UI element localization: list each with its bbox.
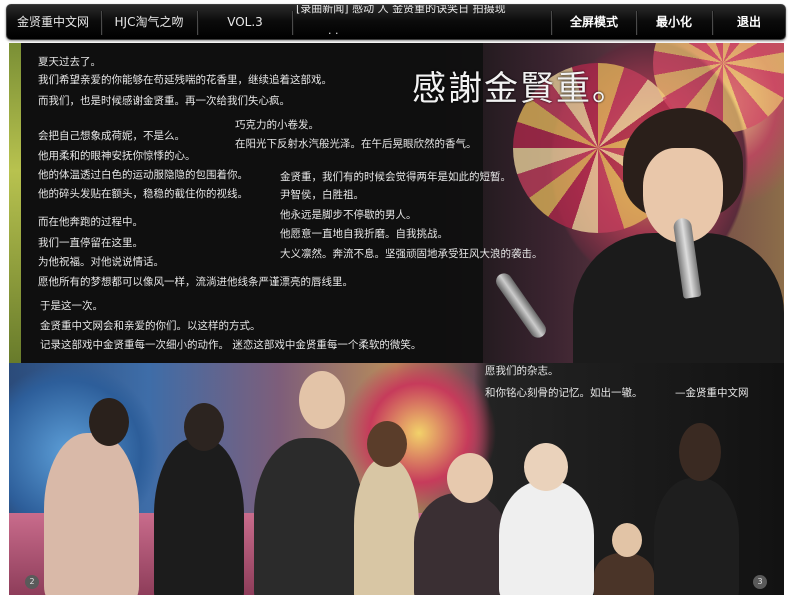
article-line: 他的碎头发贴在额头，稳稳的截住你的视线。 [38,188,248,200]
article-line: 他永远是脚步不停歇的男人。 [280,209,417,221]
article-line: 在阳光下反射水汽般光泽。在午后晃眼欣然的香气。 [235,138,477,150]
person-figure [154,438,244,595]
top-nav-bar: 金贤重中文网 HJC淘气之吻 VOL.3 [录曲新闻] 感动 人 金贤重的诀笑日… [6,4,786,40]
page-edge-decoration [9,43,21,363]
article-line: 为他祝福。对他说说情话。 [38,256,164,268]
article-line: 愿他所有的梦想都可以像风一样，流淌进他线条严谨漂亮的唇线里。 [38,276,353,288]
article-line: 而我们，也是时候感谢金贤重。再一次给我们失心疯。 [38,95,290,107]
person-head [447,453,493,503]
next-page-button[interactable]: 3 [753,575,767,589]
magazine-viewer: 金贤重中文网 HJC淘气之吻 VOL.3 [录曲新闻] 感动 人 金贤重的诀笑日… [0,0,797,598]
person-head [524,443,568,491]
article-line: 于是这一次。 [40,300,103,312]
article-line: 我们一直停留在这里。 [38,237,143,249]
person-figure [414,493,509,595]
article-line: 他的体温透过白色的运动服隐隐的包围着你。 [38,169,248,181]
article-line: 他用柔和的眼神安抚你惊悸的心。 [38,150,196,162]
news-ticker-row-2: · · [328,27,339,39]
person-head [89,398,129,446]
fullscreen-button[interactable]: 全屏模式 [553,5,635,39]
magazine-page: 感謝金賢重。 夏天过去了。 我们希望亲爱的你能够在苟延残喘的花香里，继续追着这部… [9,43,784,595]
caption-signature: —金贤重中文网 [675,387,749,399]
article-line: 尹智侯，白胜祖。 [280,189,364,201]
person-head [612,523,642,557]
article-line: 夏天过去了。 [38,56,101,68]
microphone [492,270,550,341]
article-line: 金贤重，我们有的时候会觉得两年是如此的短暂。 [280,171,511,183]
caption-box: 愿我们的杂志。 和你铭心刻骨的记忆。如出一辙。 —金贤重中文网 [483,363,784,443]
article-line: 巧克力的小卷发。 [235,119,319,131]
person-figure [594,553,654,595]
minimize-button[interactable]: 最小化 [638,5,710,39]
article-line: 我们希望亲爱的你能够在苟延残喘的花香里，继续追着这部戏。 [38,74,332,86]
caption-line: 愿我们的杂志。 [485,365,559,377]
article-line: 他愿意一直地自我折磨。自我挑战。 [280,228,448,240]
person-figure [654,478,739,595]
person-figure [44,433,139,595]
nav-volume[interactable]: VOL.3 [199,5,291,39]
article-line: 而在他奔跑的过程中。 [38,216,143,228]
nav-site-name[interactable]: 金贤重中文网 [7,5,99,39]
prev-page-button[interactable]: 2 [25,575,39,589]
person-figure [354,458,419,595]
article-line: 金贤重中文网会和亲爱的你们。以这样的方式。 [40,320,261,332]
news-ticker-row-1: [录曲新闻] 感动 人 金贤重的诀笑日 拍摄现 [296,5,506,15]
person-head [184,403,224,451]
person-head [299,371,345,429]
news-ticker[interactable]: [录曲新闻] 感动 人 金贤重的诀笑日 拍摄现 · · [296,5,546,39]
article-line: 会把自己想象成荷妮，不是么。 [38,130,185,142]
caption-line: 和你铭心刻骨的记忆。如出一辙。 [485,387,643,399]
person-figure [499,481,594,595]
person-head [367,421,407,467]
article-line: 大义凛然。奔流不息。坚强顽固地承受狂风大浪的袭击。 [280,248,543,260]
exit-button[interactable]: 退出 [714,5,784,39]
person-figure [254,438,364,595]
article-headline: 感謝金賢重。 [412,69,628,109]
nav-divider [292,11,294,35]
article-line: 记录这部戏中金贤重每一次细小的动作。 迷恋这部戏中金贤重每一个柔软的微笑。 [40,339,422,351]
nav-issue-title[interactable]: HJC淘气之吻 [103,5,195,39]
